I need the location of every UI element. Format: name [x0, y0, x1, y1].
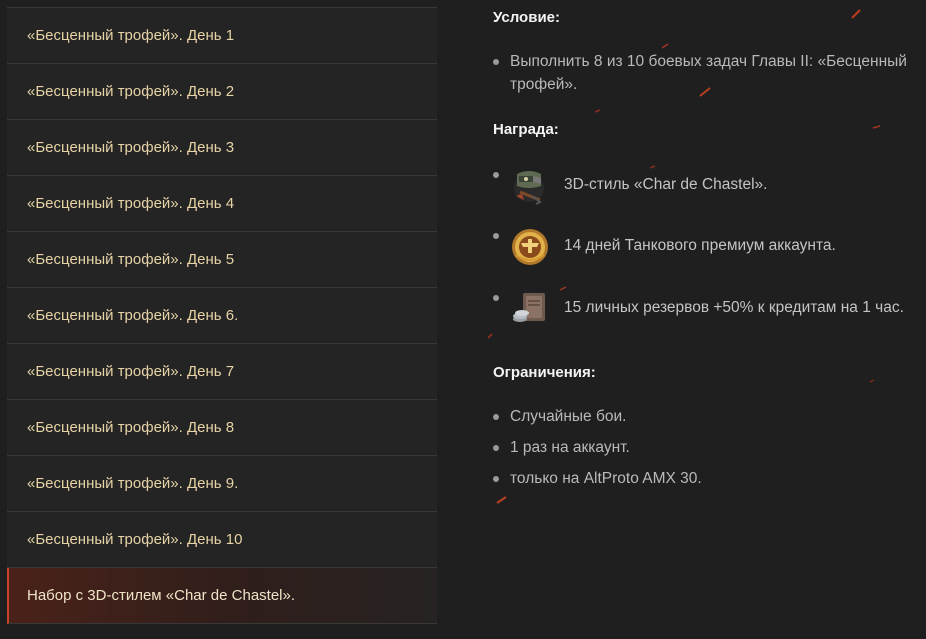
sidebar-item-day-5[interactable]: «Бесценный трофей». День 5 — [7, 232, 437, 288]
restriction-item: Случайные бои. — [493, 405, 626, 428]
reward-text: 15 личных резервов +50% к кредитам на 1 … — [564, 299, 904, 316]
sidebar-item-label: «Бесценный трофей». День 9. — [27, 475, 239, 492]
premium-account-icon — [510, 227, 548, 265]
sidebar-item-label: «Бесценный трофей». День 3 — [27, 139, 235, 156]
sidebar-item-label: «Бесценный трофей». День 6. — [27, 307, 239, 324]
reward-text: 14 дней Танкового премиум аккаунта. — [564, 237, 836, 254]
bullet-icon — [493, 414, 499, 420]
restriction-item: только на AltProto AMX 30. — [493, 467, 702, 490]
reward-item: 3D-стиль «Char de Chastel». — [493, 166, 768, 205]
personal-reserve-icon — [510, 289, 548, 327]
sidebar-item-day-10[interactable]: «Бесценный трофей». День 10 — [7, 512, 437, 568]
sidebar-item-label: «Бесценный трофей». День 5 — [27, 251, 235, 268]
sidebar-item-label: Набор с 3D-стилем «Char de Chastel». — [27, 587, 296, 604]
sidebar-item-label: «Бесценный трофей». День 8 — [27, 419, 235, 436]
restriction-item: 1 раз на аккаунт. — [493, 436, 630, 459]
reward-item: 14 дней Танкового премиум аккаунта. — [493, 227, 836, 265]
sidebar-item-day-8[interactable]: «Бесценный трофей». День 8 — [7, 400, 437, 456]
sidebar-item-label: «Бесценный трофей». День 4 — [27, 195, 235, 212]
sidebar-item-label: «Бесценный трофей». День 1 — [27, 27, 235, 44]
restrictions-heading: Ограничения: — [493, 364, 596, 381]
bullet-icon — [493, 476, 499, 482]
sidebar-item-day-7[interactable]: «Бесценный трофей». День 7 — [7, 344, 437, 400]
sidebar-item-label: «Бесценный трофей». День 10 — [27, 531, 243, 548]
bullet-icon — [493, 295, 499, 301]
sidebar-item-style-bundle[interactable]: Набор с 3D-стилем «Char de Chastel». — [7, 568, 437, 624]
sidebar-item-day-4[interactable]: «Бесценный трофей». День 4 — [7, 176, 437, 232]
bullet-icon — [493, 445, 499, 451]
sidebar-menu: «Бесценный трофей». День 1 «Бесценный тр… — [7, 7, 437, 624]
tank-style-icon — [510, 166, 548, 205]
condition-item: Выполнить 8 из 10 боевых задач Главы II:… — [493, 50, 926, 96]
sidebar-item-day-1[interactable]: «Бесценный трофей». День 1 — [7, 8, 437, 64]
bullet-icon — [493, 233, 499, 239]
bullet-icon — [493, 172, 499, 178]
reward-text: 3D-стиль «Char de Chastel». — [564, 176, 768, 193]
sidebar-item-day-9[interactable]: «Бесценный трофей». День 9. — [7, 456, 437, 512]
reward-heading: Награда: — [493, 121, 559, 138]
sidebar-item-day-6[interactable]: «Бесценный трофей». День 6. — [7, 288, 437, 344]
sidebar-item-label: «Бесценный трофей». День 2 — [27, 83, 235, 100]
reward-item: 15 личных резервов +50% к кредитам на 1 … — [493, 289, 904, 327]
sidebar-item-label: «Бесценный трофей». День 7 — [27, 363, 235, 380]
sidebar-item-day-2[interactable]: «Бесценный трофей». День 2 — [7, 64, 437, 120]
bullet-icon — [493, 59, 499, 65]
condition-heading: Условие: — [493, 9, 561, 26]
sidebar-item-day-3[interactable]: «Бесценный трофей». День 3 — [7, 120, 437, 176]
